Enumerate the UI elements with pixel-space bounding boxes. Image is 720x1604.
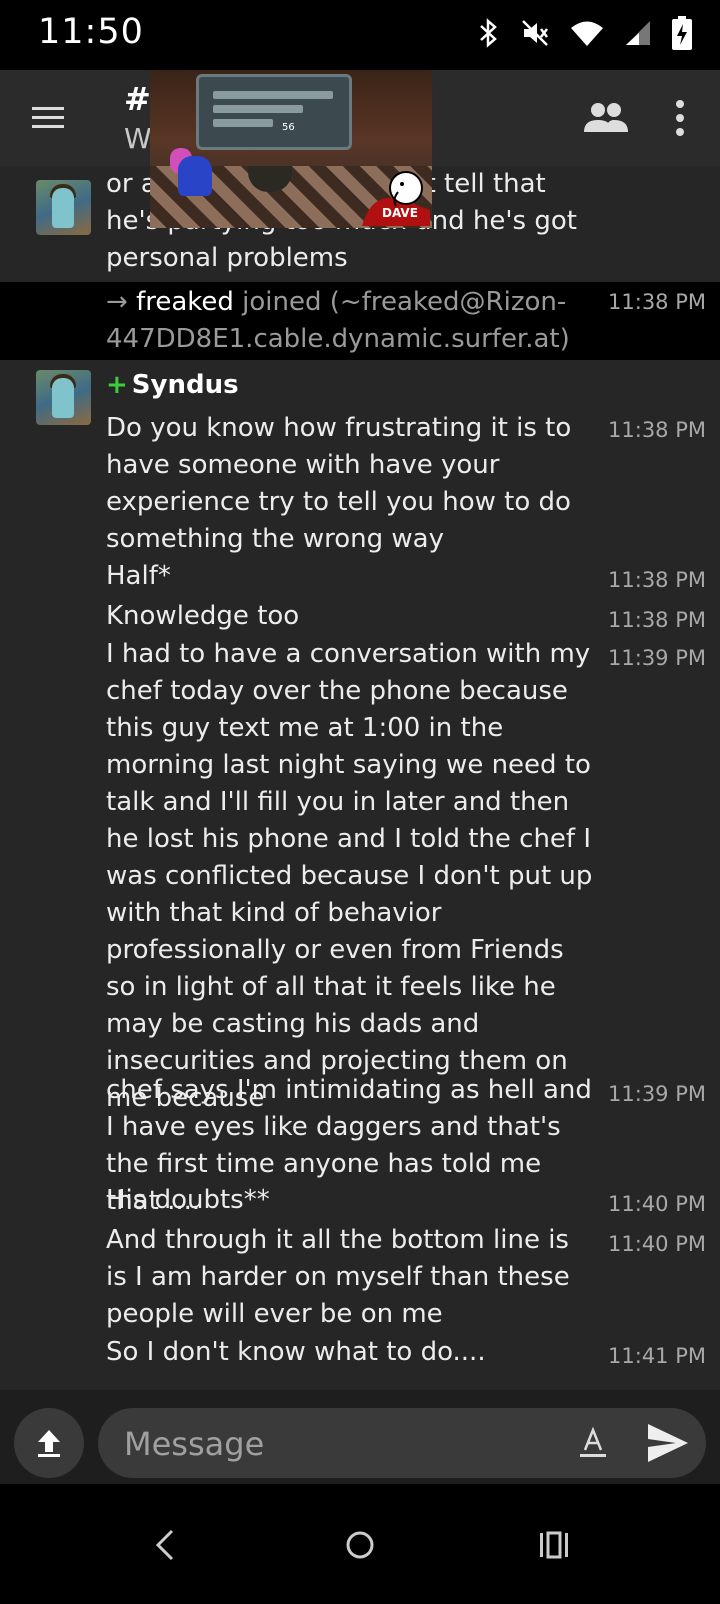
send-icon <box>648 1424 688 1462</box>
text-format-icon <box>580 1426 606 1457</box>
blue-character <box>178 156 212 196</box>
status-time: 11:50 <box>38 12 144 52</box>
message-time: 11:39 PM <box>608 646 706 670</box>
sender-nick-label: Syndus <box>131 370 239 400</box>
nav-home-button[interactable] <box>344 1528 376 1566</box>
text-format-button[interactable] <box>576 1426 610 1460</box>
video-overlay[interactable]: 56 DAVE <box>150 70 432 228</box>
battery-charging-icon <box>672 16 692 50</box>
message-time: 11:41 PM <box>608 1344 706 1368</box>
home-icon <box>346 1531 374 1559</box>
wifi-icon <box>570 19 604 47</box>
bluetooth-icon <box>478 18 500 48</box>
back-icon <box>155 1529 174 1561</box>
recents-icon <box>540 1531 568 1559</box>
message-text: Knowledge too <box>106 601 300 631</box>
system-nav-bar <box>0 1484 720 1604</box>
mute-icon <box>520 18 550 48</box>
status-bar: 11:50 <box>0 0 720 70</box>
upload-button[interactable] <box>14 1408 84 1478</box>
message-time: 11:38 PM <box>608 418 706 442</box>
join-notice: → freaked joined (~freaked@Rizon-447DD8E… <box>0 282 720 360</box>
channel-name: # <box>124 80 151 118</box>
avatar[interactable] <box>36 180 91 235</box>
nav-back-button[interactable] <box>152 1528 178 1566</box>
message-text: Half* <box>106 561 171 591</box>
message-input-container <box>98 1408 706 1478</box>
message-text: So I don't know what to do.... <box>106 1337 486 1367</box>
send-button[interactable] <box>646 1422 690 1464</box>
message-time: 11:40 PM <box>608 1192 706 1216</box>
message-time: 11:38 PM <box>608 290 706 314</box>
join-arrow-icon: → <box>106 287 128 317</box>
hamburger-icon <box>32 107 64 128</box>
message-composer <box>0 1390 720 1484</box>
more-vert-icon <box>676 100 684 136</box>
message-list[interactable]: or a ce guy and I can just tell that he'… <box>0 166 720 1390</box>
join-text: → freaked joined (~freaked@Rizon-447DD8E… <box>106 284 596 358</box>
status-icons <box>478 16 692 50</box>
join-nick[interactable]: freaked <box>136 287 234 317</box>
message-time: 11:38 PM <box>608 568 706 592</box>
people-icon <box>584 103 628 132</box>
message-input[interactable] <box>122 1418 546 1470</box>
signal-icon <box>624 19 652 47</box>
message-text: And through it all the bottom line is is… <box>106 1225 570 1329</box>
members-button[interactable] <box>584 98 628 138</box>
upload-icon <box>38 1430 60 1457</box>
message-text: I had to have a conversation with my che… <box>106 639 593 1113</box>
message-time: 11:39 PM <box>608 1082 706 1106</box>
game-poll-panel <box>196 74 352 150</box>
avatar[interactable] <box>36 370 91 425</box>
message-text: Do you know how frustrating it is to hav… <box>106 413 572 554</box>
message-time: 11:38 PM <box>608 608 706 632</box>
sender-nick[interactable]: + Syndus <box>106 370 239 400</box>
message-text: His doubts** <box>106 1185 270 1215</box>
op-badge: + <box>106 370 128 400</box>
streamer-label: DAVE <box>382 206 418 220</box>
more-options-button[interactable] <box>668 96 692 140</box>
nav-recents-button[interactable] <box>538 1528 570 1566</box>
menu-button[interactable] <box>30 100 66 136</box>
message-time: 11:40 PM <box>608 1232 706 1256</box>
game-score: 56 <box>282 122 295 133</box>
